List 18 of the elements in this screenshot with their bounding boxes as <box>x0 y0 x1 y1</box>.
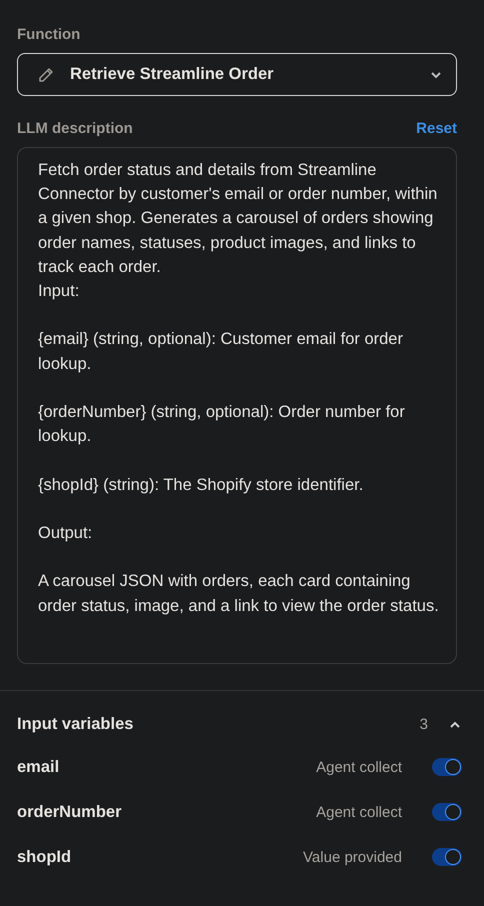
reset-link[interactable]: Reset <box>416 120 457 137</box>
toggle-switch[interactable] <box>432 848 462 866</box>
toggle-switch[interactable] <box>432 758 462 776</box>
variable-count: 3 <box>420 716 428 733</box>
field-label: Function <box>17 26 82 43</box>
pencil-icon <box>38 66 54 82</box>
variable-source: Value provided <box>303 848 402 866</box>
variable-name: email <box>17 758 60 776</box>
function-dropdown[interactable]: Retrieve Streamline Order <box>17 53 457 96</box>
variable-source: Agent collect <box>316 804 402 820</box>
section-title: Input variables <box>17 715 134 734</box>
variable-source: Agent collect <box>316 758 402 776</box>
toggle-switch[interactable] <box>432 803 462 821</box>
chevron-down-icon <box>430 70 442 78</box>
description-field[interactable]: Fetch order status and details from Streamline Connector by customer's email or order number, within a given shop. Generates a carousel of orders showing order names, statuses, product images, and links to track each order. Input: {email} (string, optional): Customer email for order lookup. {orderNumber} (string, optional): Order number for lookup. {shopId} (string): The Shopify store identifier. Output: A carousel JSON with orders, each card containing order status, image, and a link to view the order status. <box>17 147 457 664</box>
variable-name: orderNumber <box>17 802 123 822</box>
variable-name: shopId <box>17 848 72 866</box>
field-label: LLM description <box>17 120 133 137</box>
